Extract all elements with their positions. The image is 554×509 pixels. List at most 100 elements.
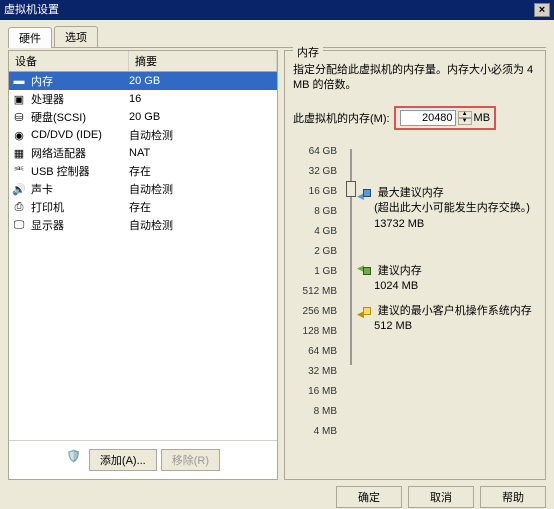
ok-button[interactable]: 确定 (336, 486, 402, 508)
add-button[interactable]: 添加(A)... (89, 449, 157, 471)
memory-unit: MB (474, 112, 491, 124)
max-rec-title: 最大建议内存 (378, 187, 444, 199)
device-name: USB 控制器 (31, 163, 129, 179)
memory-label: 此虚拟机的内存(M): (293, 110, 390, 126)
settings-panel: 内存 指定分配给此虚拟机的内存量。内存大小必须为 4 MB 的倍数。 此虚拟机的… (284, 50, 546, 480)
device-row-network[interactable]: ▦ 网络适配器 NAT (9, 144, 277, 162)
device-summary: NAT (129, 147, 275, 159)
tick-label: 64 MB (293, 346, 343, 366)
remove-button: 移除(R) (161, 449, 220, 471)
rec-title: 建议内存 (378, 265, 422, 277)
rec-value: 1024 MB (374, 280, 418, 292)
col-summary: 摘要 (129, 51, 277, 71)
device-summary: 存在 (129, 163, 275, 179)
tick-label: 64 GB (293, 146, 343, 166)
spin-up-icon[interactable]: ▲ (458, 111, 472, 118)
device-summary: 存在 (129, 199, 275, 215)
memory-icon: ▬ (11, 74, 27, 88)
tab-options[interactable]: 选项 (54, 26, 98, 47)
groupbox-title: 内存 (293, 44, 323, 60)
window-body: 硬件 选项 设备 摘要 ▬ 内存 20 GB ▣ 处理器 16 (0, 20, 554, 509)
cancel-button[interactable]: 取消 (408, 486, 474, 508)
memory-spinner[interactable]: ▲ ▼ (458, 111, 472, 125)
memory-desc: 指定分配给此虚拟机的内存量。内存大小必须为 4 MB 的倍数。 (293, 63, 537, 94)
cpu-icon: ▣ (11, 92, 27, 106)
disc-icon: ◉ (11, 128, 27, 142)
min-rec-block: 建议的最小客户机操作系统内存 512 MB (363, 304, 532, 335)
memory-input-row: 此虚拟机的内存(M): ▲ ▼ MB (293, 106, 537, 130)
device-row-sound[interactable]: 🔊 声卡 自动检测 (9, 180, 277, 198)
device-summary: 20 GB (129, 111, 275, 123)
device-summary: 自动检测 (129, 217, 275, 233)
tick-label: 256 MB (293, 306, 343, 326)
title-bar: 虚拟机设置 × (0, 0, 554, 20)
memory-input-highlight: ▲ ▼ MB (394, 106, 497, 130)
add-shield-icon: 🛡️ (66, 449, 81, 471)
device-name: 网络适配器 (31, 145, 129, 161)
device-row-printer[interactable]: ⎙ 打印机 存在 (9, 198, 277, 216)
min-rec-title: 建议的最小客户机操作系统内存 (378, 305, 532, 317)
network-icon: ▦ (11, 146, 27, 160)
device-buttons: 🛡️ 添加(A)... 移除(R) (9, 440, 277, 479)
tick-label: 8 GB (293, 206, 343, 226)
hdd-icon: ⛁ (11, 110, 27, 124)
device-row-hdd[interactable]: ⛁ 硬盘(SCSI) 20 GB (9, 108, 277, 126)
device-name: 内存 (31, 73, 129, 89)
memory-groupbox: 内存 指定分配给此虚拟机的内存量。内存大小必须为 4 MB 的倍数。 此虚拟机的… (284, 50, 546, 480)
sound-icon: 🔊 (11, 182, 27, 196)
device-name: 声卡 (31, 181, 129, 197)
device-name: 显示器 (31, 217, 129, 233)
slider-ticks: 64 GB 32 GB 16 GB 8 GB 4 GB 2 GB 1 GB 51… (293, 146, 343, 386)
tick-label: 4 GB (293, 226, 343, 246)
dialog-buttons: 确定 取消 帮助 (8, 486, 546, 508)
device-summary: 自动检测 (129, 127, 275, 143)
square-blue-icon (363, 189, 371, 197)
tick-label: 16 MB (293, 386, 343, 406)
device-row-display[interactable]: 🖵 显示器 自动检测 (9, 216, 277, 234)
window-title: 虚拟机设置 (4, 0, 59, 20)
col-device: 设备 (9, 51, 129, 71)
tick-label: 128 MB (293, 326, 343, 346)
device-row-cpu[interactable]: ▣ 处理器 16 (9, 90, 277, 108)
close-button[interactable]: × (534, 3, 550, 17)
memory-slider-area: 64 GB 32 GB 16 GB 8 GB 4 GB 2 GB 1 GB 51… (293, 146, 537, 386)
tick-label: 8 MB (293, 406, 343, 426)
rec-block: 建议内存 1024 MB (363, 264, 422, 295)
tick-label: 2 GB (293, 246, 343, 266)
help-button[interactable]: 帮助 (480, 486, 546, 508)
device-list: ▬ 内存 20 GB ▣ 处理器 16 ⛁ 硬盘(SCSI) 20 GB ◉ C… (9, 72, 277, 440)
device-panel: 设备 摘要 ▬ 内存 20 GB ▣ 处理器 16 ⛁ 硬盘(SCSI) 20 … (8, 50, 278, 480)
square-green-icon (363, 267, 371, 275)
device-name: 硬盘(SCSI) (31, 109, 129, 125)
printer-icon: ⎙ (11, 200, 27, 214)
tick-label: 32 GB (293, 166, 343, 186)
max-rec-note: (超出此大小可能发生内存交换。) (374, 202, 530, 214)
slider-track[interactable]: ◀ ◀ ◀ (343, 149, 359, 386)
device-summary: 20 GB (129, 75, 275, 87)
min-rec-value: 512 MB (374, 320, 412, 332)
max-rec-block: 最大建议内存 (超出此大小可能发生内存交换。) 13732 MB (363, 186, 530, 232)
device-row-cddvd[interactable]: ◉ CD/DVD (IDE) 自动检测 (9, 126, 277, 144)
display-icon: 🖵 (11, 218, 27, 232)
device-summary: 自动检测 (129, 181, 275, 197)
tick-label: 16 GB (293, 186, 343, 206)
slider-info: 最大建议内存 (超出此大小可能发生内存交换。) 13732 MB 建议内存 10… (363, 146, 537, 386)
device-name: 打印机 (31, 199, 129, 215)
tick-label: 4 MB (293, 426, 343, 446)
device-name: 处理器 (31, 91, 129, 107)
max-rec-value: 13732 MB (374, 218, 424, 230)
device-row-usb[interactable]: ⎃ USB 控制器 存在 (9, 162, 277, 180)
memory-input[interactable] (400, 110, 456, 126)
tab-hardware[interactable]: 硬件 (8, 27, 52, 48)
tick-label: 512 MB (293, 286, 343, 306)
device-row-memory[interactable]: ▬ 内存 20 GB (9, 72, 277, 90)
device-summary: 16 (129, 93, 275, 105)
slider-thumb[interactable] (346, 181, 356, 197)
tick-label: 1 GB (293, 266, 343, 286)
list-header: 设备 摘要 (9, 51, 277, 72)
device-name: CD/DVD (IDE) (31, 129, 129, 141)
tick-label: 32 MB (293, 366, 343, 386)
usb-icon: ⎃ (11, 164, 27, 178)
spin-down-icon[interactable]: ▼ (458, 118, 472, 125)
square-yellow-icon (363, 307, 371, 315)
